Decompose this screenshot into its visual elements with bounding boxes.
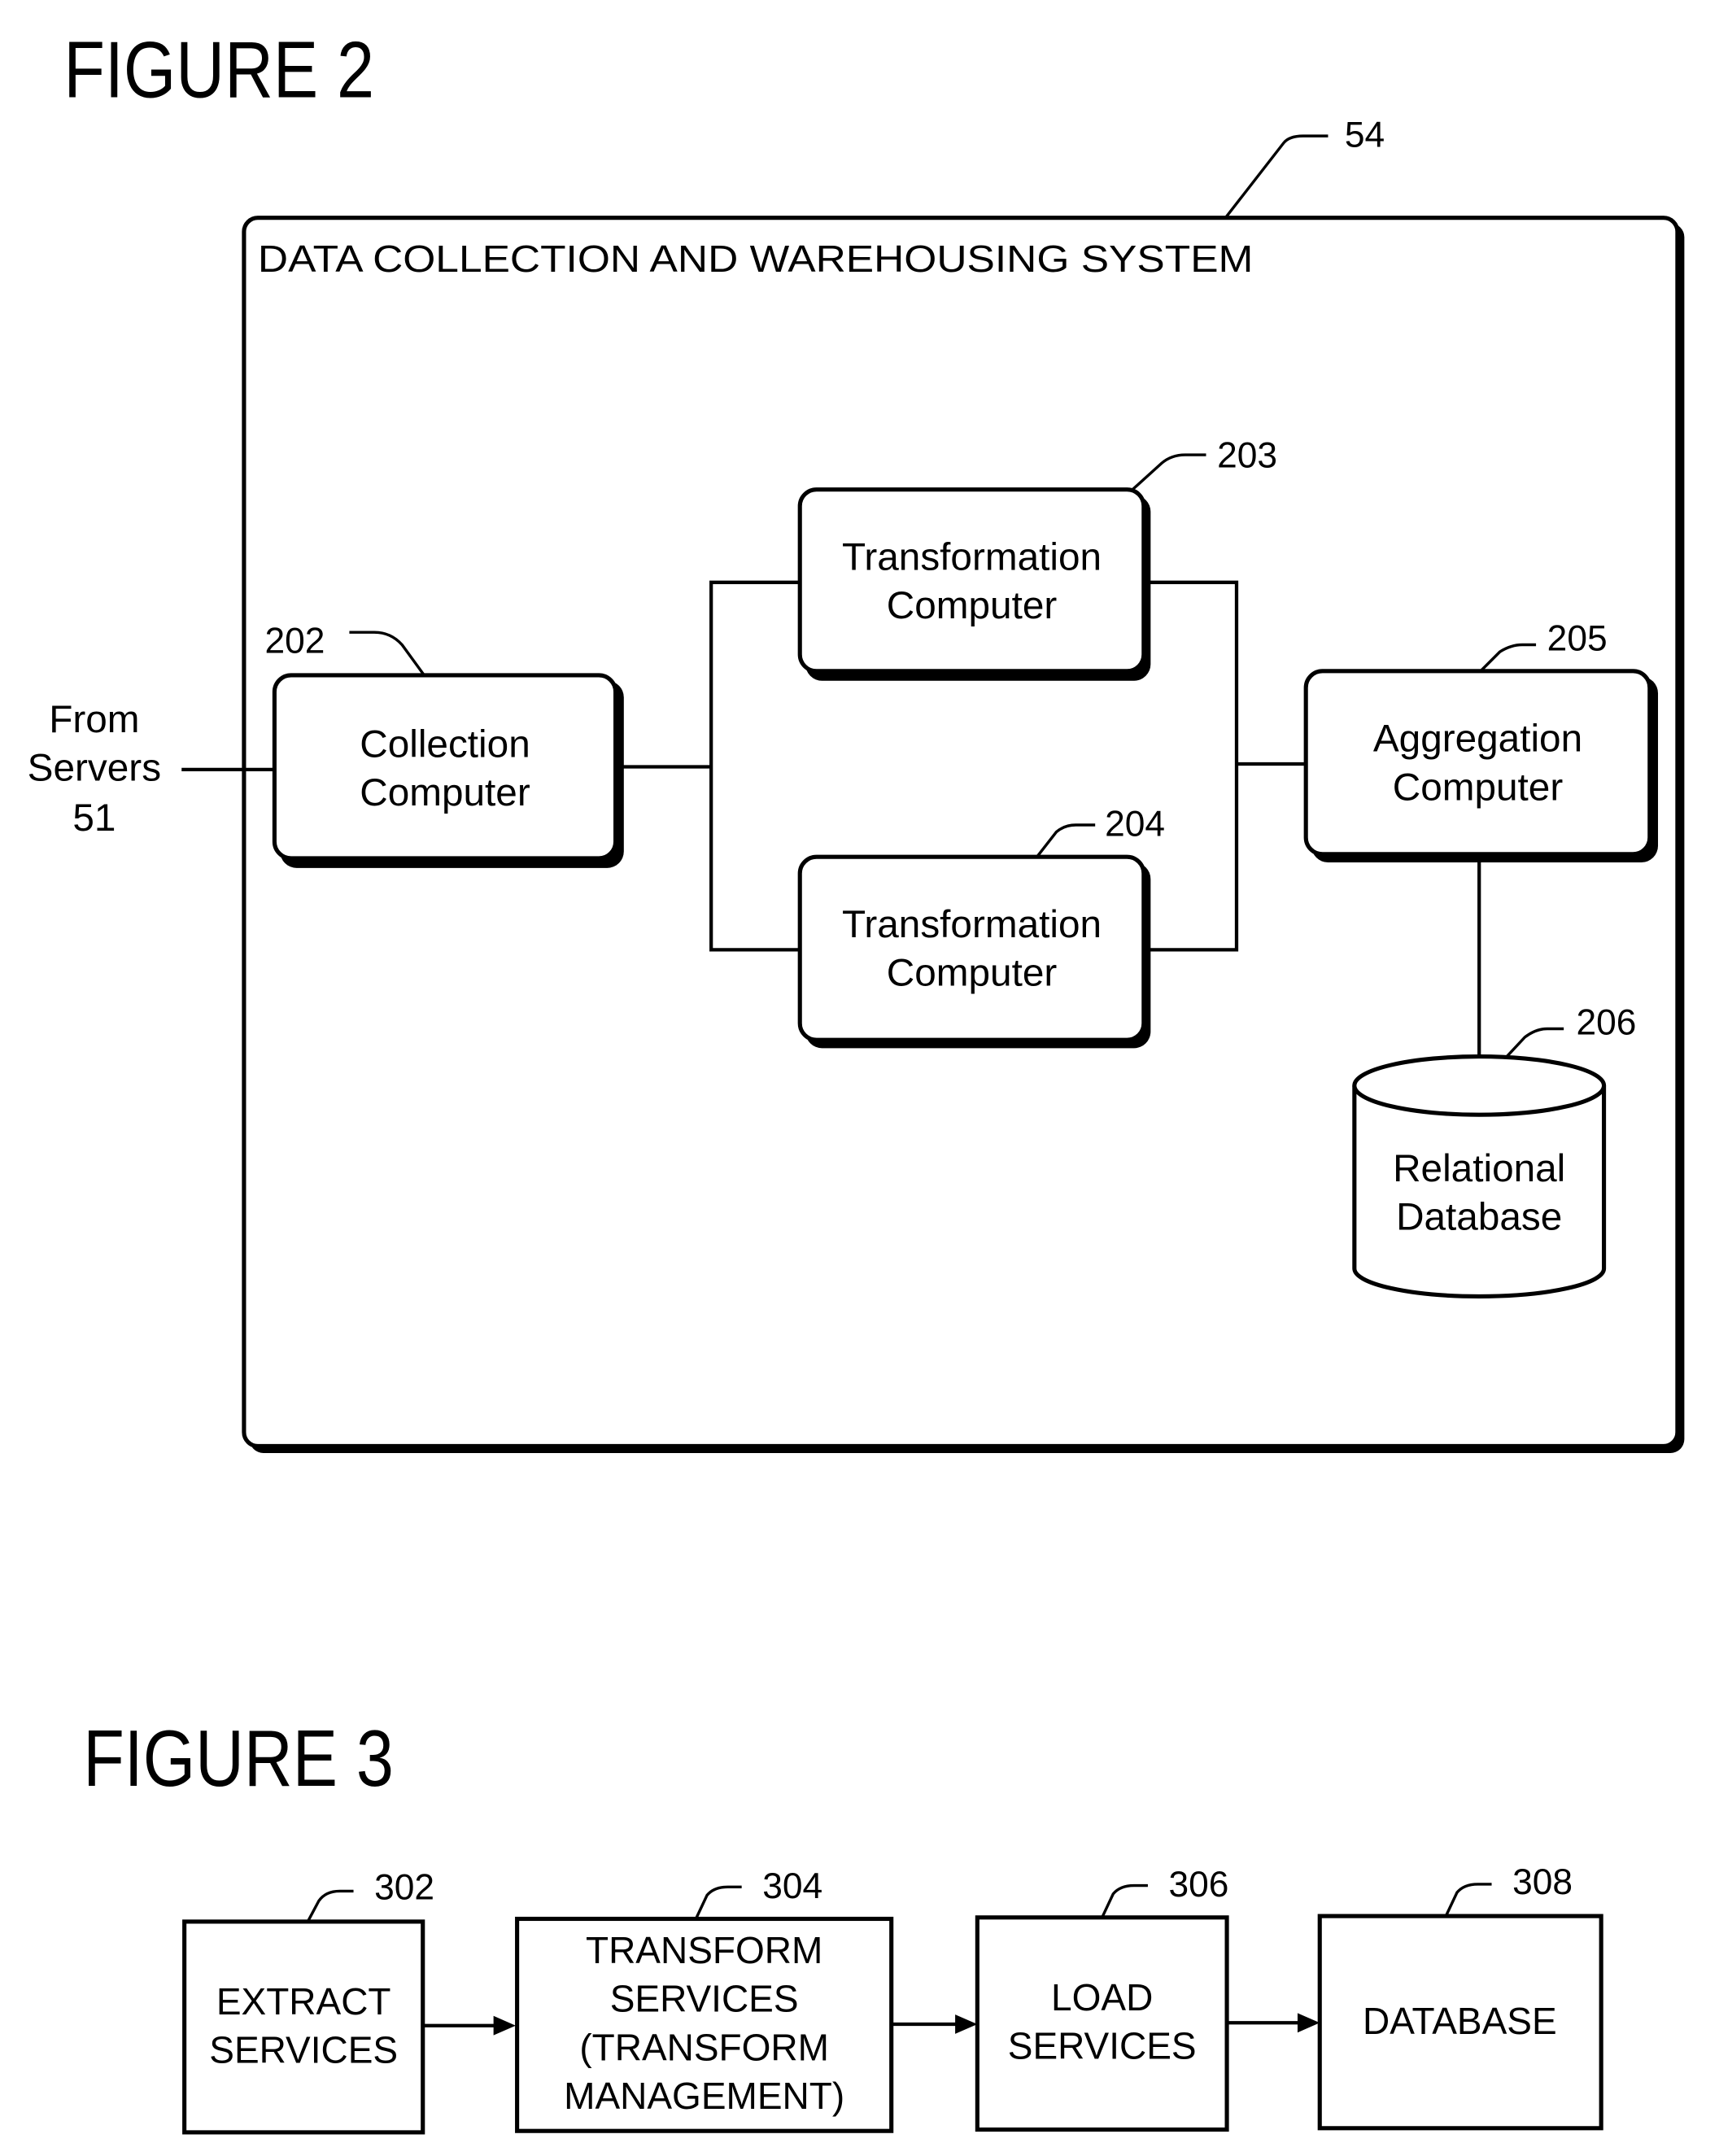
- node-transformation-computer-204: Transformation Computer: [797, 854, 1151, 1049]
- figure-3-title: FIGURE 3: [83, 1713, 394, 1803]
- svg-text:DATABASE: DATABASE: [1363, 2000, 1557, 2042]
- svg-text:Relational: Relational: [1393, 1147, 1565, 1190]
- svg-text:SERVICES: SERVICES: [610, 1978, 799, 2020]
- ref-308: 308: [1512, 1862, 1573, 1902]
- ref-54: 54: [1345, 116, 1385, 155]
- svg-text:Transformation: Transformation: [842, 903, 1102, 946]
- leader-308: [1444, 1883, 1492, 1917]
- svg-text:Collection: Collection: [360, 723, 530, 766]
- ref-306: 306: [1168, 1865, 1228, 1905]
- leader-302: [306, 1889, 354, 1923]
- arrowhead-icon: [955, 2014, 978, 2034]
- ref-302: 302: [374, 1868, 434, 1908]
- svg-text:(TRANSFORM: (TRANSFORM: [579, 2026, 829, 2068]
- ref-204: 204: [1105, 805, 1165, 845]
- ref-202: 202: [264, 622, 325, 661]
- node-transform-services: TRANSFORM SERVICES (TRANSFORM MANAGEMENT…: [515, 1916, 894, 2133]
- svg-text:From: From: [49, 698, 139, 741]
- leader-306: [1101, 1883, 1148, 1918]
- leader-54: [1224, 134, 1329, 219]
- system-label: DATA COLLECTION AND WAREHOUSING SYSTEM: [258, 238, 1253, 280]
- figure-2-title: FIGURE 2: [63, 24, 374, 114]
- svg-text:Aggregation: Aggregation: [1373, 718, 1582, 761]
- node-relational-database: Relational Database: [1352, 1054, 1607, 1298]
- node-database: DATABASE: [1317, 1914, 1603, 2131]
- node-load-services: LOAD SERVICES: [975, 1915, 1229, 2132]
- node-transformation-computer-203: Transformation Computer: [797, 487, 1151, 681]
- leader-304: [694, 1885, 742, 1920]
- patent-figures: FIGURE 2 DATA COLLECTION AND WAREHOUSING…: [28, 24, 1685, 2135]
- svg-text:Computer: Computer: [360, 771, 530, 814]
- svg-text:SERVICES: SERVICES: [209, 2029, 398, 2071]
- node-collection-computer: Collection Computer: [272, 673, 624, 868]
- svg-text:MANAGEMENT): MANAGEMENT): [564, 2075, 844, 2117]
- svg-text:Computer: Computer: [1393, 766, 1564, 809]
- node-extract-services: EXTRACT SERVICES: [182, 1919, 425, 2135]
- svg-text:Database: Database: [1396, 1196, 1562, 1239]
- arrowhead-icon: [493, 2015, 516, 2036]
- svg-text:51: 51: [72, 796, 116, 840]
- ref-206: 206: [1576, 1002, 1636, 1042]
- ref-203: 203: [1217, 435, 1277, 475]
- svg-text:Servers: Servers: [28, 746, 161, 789]
- svg-text:Transformation: Transformation: [842, 535, 1102, 578]
- svg-text:Computer: Computer: [887, 952, 1058, 995]
- svg-text:TRANSFORM: TRANSFORM: [586, 1929, 822, 1971]
- svg-text:Computer: Computer: [887, 584, 1058, 627]
- svg-text:LOAD: LOAD: [1051, 1976, 1153, 2019]
- svg-text:SERVICES: SERVICES: [1008, 2025, 1197, 2067]
- node-aggregation-computer: Aggregation Computer: [1303, 669, 1659, 863]
- arrowhead-icon: [1297, 2013, 1320, 2033]
- ref-304: 304: [762, 1866, 822, 1906]
- source-label: From Servers 51: [28, 698, 161, 840]
- svg-text:EXTRACT: EXTRACT: [216, 1980, 391, 2023]
- ref-205: 205: [1547, 618, 1608, 658]
